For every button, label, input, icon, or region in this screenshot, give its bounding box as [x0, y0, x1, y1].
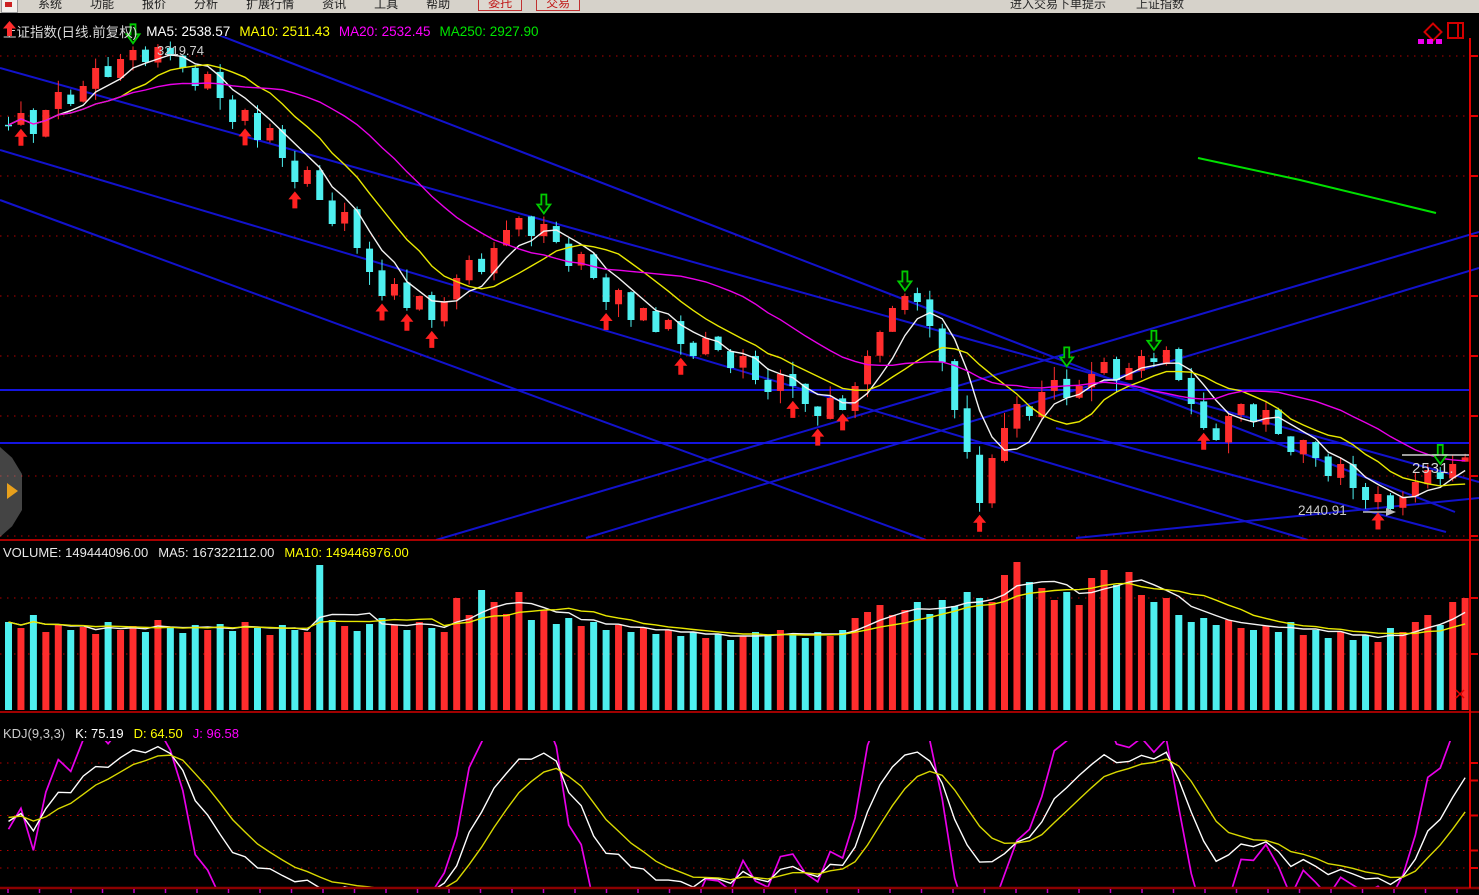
up-arrow-icon: [3, 21, 16, 36]
app-icon: [1, 0, 18, 13]
kdj-d-value: D: 64.50: [134, 726, 183, 741]
last-price-label: 2531.: [1412, 460, 1455, 477]
menu-item-6[interactable]: 工具: [360, 0, 412, 11]
low-price-label: 2440.91: [1298, 503, 1347, 518]
high-price-label: 3219.74: [157, 43, 204, 58]
ma5-label: MA5: 2538.57: [146, 24, 230, 39]
trade-menu-item-0[interactable]: 委托: [478, 0, 522, 11]
expand-arrow-icon: [7, 483, 18, 499]
window-split-inner: [1457, 24, 1459, 37]
main-chart-header: 上证指数(日线.前复权) MA5: 2538.57 MA10: 2511.43 …: [3, 21, 539, 41]
menu-item-1[interactable]: 功能: [76, 0, 128, 11]
menu-item-5[interactable]: 资讯: [308, 0, 360, 11]
menu-item-3[interactable]: 分析: [180, 0, 232, 11]
current-symbol-text: 上证指数: [1136, 0, 1184, 12]
volume-ma5-value: MA5: 167322112.00: [158, 545, 274, 560]
menu-items: 系统功能报价分析扩展行情资讯工具帮助: [24, 0, 464, 12]
chart-title: 上证指数(日线.前复权): [3, 21, 137, 41]
menu-item-0[interactable]: 系统: [24, 0, 76, 11]
kdj-k-value: K: 75.19: [75, 726, 123, 741]
menu-item-7[interactable]: 帮助: [412, 0, 464, 11]
ellipsis-dots-icon[interactable]: [1418, 39, 1442, 44]
kdj-j-value: J: 96.58: [193, 726, 239, 741]
trade-menu-item-1[interactable]: 交易: [536, 0, 580, 11]
trade-menu-items: 委托 交易: [464, 0, 580, 11]
menu-bar: 系统功能报价分析扩展行情资讯工具帮助 委托 交易 进入交易下单提示 上证指数: [0, 0, 1479, 14]
volume-ma10-value: MA10: 149446976.00: [284, 545, 408, 560]
menu-item-4[interactable]: 扩展行情: [232, 0, 308, 11]
trade-hint-text: 进入交易下单提示: [1010, 0, 1106, 12]
volume-value: VOLUME: 149444096.00: [3, 545, 148, 560]
kdj-title: KDJ(9,3,3): [3, 726, 65, 741]
menu-right-hint: 进入交易下单提示 上证指数: [1010, 0, 1184, 12]
volume-pane-header: VOLUME: 149444096.00 MA5: 167322112.00 M…: [3, 545, 409, 560]
kdj-pane-header: KDJ(9,3,3) K: 75.19 D: 64.50 J: 96.58: [3, 726, 239, 741]
window-split-icon[interactable]: [1447, 22, 1464, 39]
menu-item-2[interactable]: 报价: [128, 0, 180, 11]
menu-row: 系统功能报价分析扩展行情资讯工具帮助 委托 交易 进入交易下单提示 上证指数: [0, 0, 1479, 14]
ma250-label: MA250: 2927.90: [439, 24, 538, 39]
ma20-label: MA20: 2532.45: [339, 24, 431, 39]
chart-canvas[interactable]: [0, 13, 1479, 895]
ma10-label: MA10: 2511.43: [239, 24, 330, 39]
